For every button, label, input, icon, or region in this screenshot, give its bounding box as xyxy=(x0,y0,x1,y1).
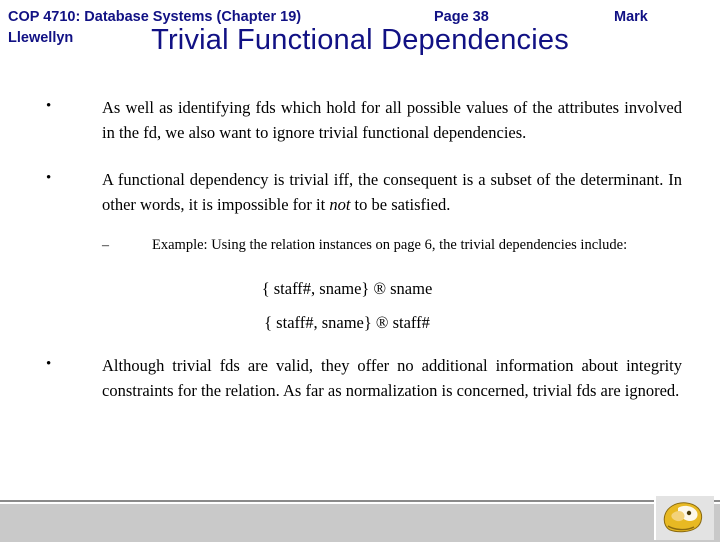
example-dependency-1: { staff#, sname} ® sname xyxy=(261,279,433,299)
sub-bullet-text: Example: Using the relation instances on… xyxy=(152,237,628,254)
example-dependency-2: { staff#, sname} ® staff# xyxy=(264,313,430,333)
sub-bullet-item: – Example: Using the relation instances … xyxy=(22,235,702,257)
bullet-marker: • xyxy=(46,356,52,373)
bullet-text: As well as identifying fds which hold fo… xyxy=(102,98,682,143)
bullet-text-emphasis: not xyxy=(329,195,351,215)
footer-divider xyxy=(0,500,720,502)
bullet-marker: • xyxy=(46,170,52,187)
footer-bar xyxy=(0,500,720,542)
ucf-knight-logo-icon xyxy=(663,502,703,533)
page-title: Trivial Functional Dependencies xyxy=(151,24,569,56)
slide: Trivial Functional Dependencies • As wel… xyxy=(0,0,720,542)
footer-author-last: Llewellyn xyxy=(8,30,74,46)
footer-page-number: Page 38 xyxy=(434,9,489,25)
sub-bullet-marker: – xyxy=(102,238,109,254)
bullet-marker: • xyxy=(46,98,52,114)
bullet-item: • As well as identifying fds which hold … xyxy=(22,95,702,145)
bullet-item: • Although trivial fds are valid, they o… xyxy=(22,353,702,403)
footer-course-label: COP 4710: Database Systems (Chapter 19) xyxy=(8,9,302,25)
bullet-text-part2: to be satisfied. xyxy=(350,195,451,215)
footer-author-first: Mark xyxy=(614,9,648,25)
slide-body: • As well as identifying fds which hold … xyxy=(22,95,702,417)
bullet-text: Although trivial fds are valid, they off… xyxy=(102,356,682,401)
bullet-item: • A functional dependency is trivial iff… xyxy=(22,167,702,217)
